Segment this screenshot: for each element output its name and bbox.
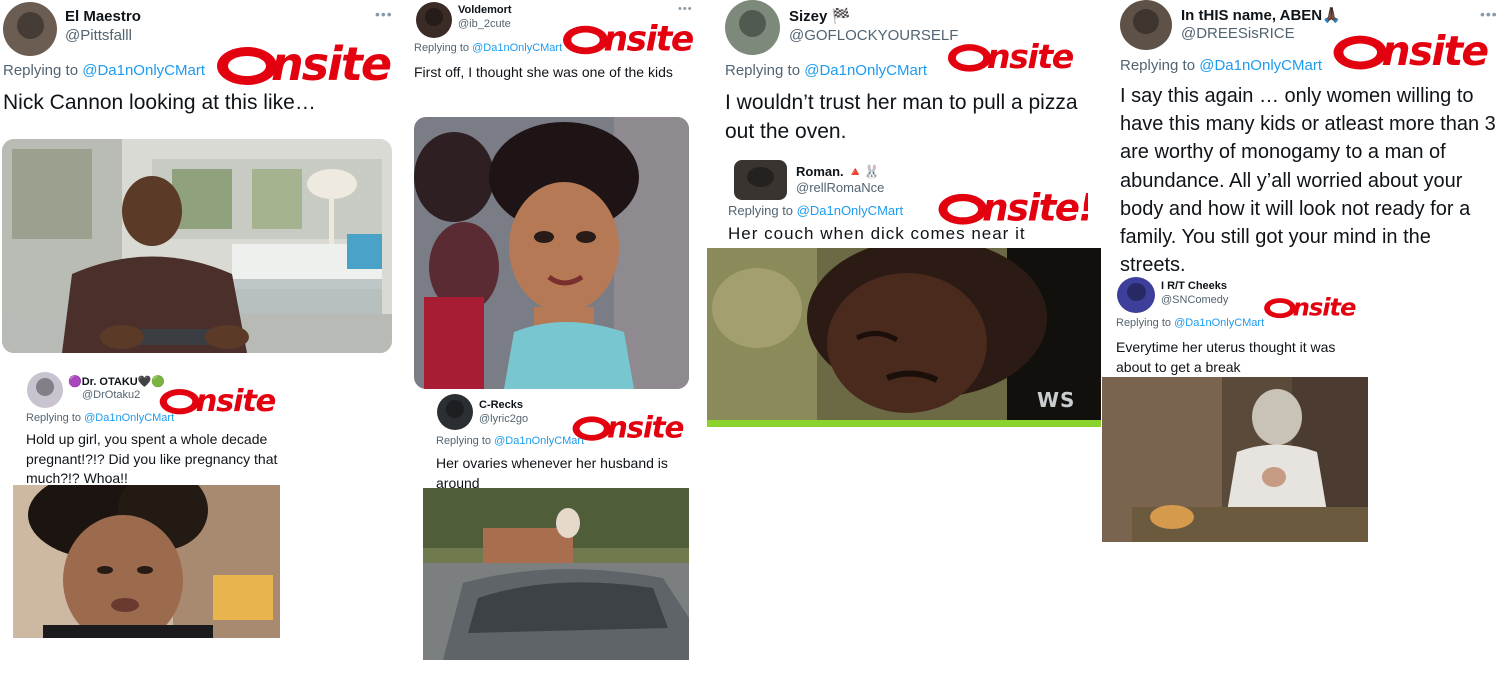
tweet-text: Her couch when dick comes near it <box>728 224 1026 243</box>
display-name[interactable]: In tHIS name, ABEN🙏🏿 <box>1181 6 1341 24</box>
onsite-logo-icon <box>217 37 393 88</box>
reply-target-link[interactable]: @Da1nOnlyCMart <box>804 62 927 79</box>
onsite-logo-icon <box>572 410 685 445</box>
reply-target-link[interactable]: @Da1nOnlyCMart <box>797 203 903 218</box>
avatar[interactable] <box>437 394 473 430</box>
replying-to: Replying to @Da1nOnlyCMart <box>3 62 205 79</box>
display-name[interactable]: Sizey 🏁 <box>789 7 850 25</box>
reply-prefix: Replying to <box>26 412 82 424</box>
tweet-card[interactable]: Sizey 🏁 @GOFLOCKYOURSELF Replying to @Da… <box>720 0 1100 160</box>
onsite-sticker <box>1330 18 1490 80</box>
onsite-sticker <box>928 185 1088 227</box>
reply-target-link[interactable]: @Da1nOnlyCMart <box>1174 317 1264 329</box>
tweet-text: Hold up girl, you spent a whole decade p… <box>26 431 278 486</box>
onsite-logo-icon <box>563 19 695 58</box>
avatar[interactable] <box>1120 0 1172 50</box>
reply-target-link[interactable]: @Da1nOnlyCMart <box>1199 57 1322 74</box>
reply-prefix: Replying to <box>725 62 801 79</box>
display-name[interactable]: 🟣Dr. OTAKU🖤🟢 <box>68 375 165 388</box>
reply-prefix: Replying to <box>414 42 470 54</box>
handle[interactable]: @DrOtaku2 <box>82 389 140 401</box>
replying-to: Replying to @Da1nOnlyCMart <box>1116 317 1264 329</box>
onsite-logo-icon <box>159 384 277 419</box>
handle[interactable]: @SNComedy <box>1161 294 1228 306</box>
reply-prefix: Replying to <box>436 435 492 447</box>
handle[interactable]: @GOFLOCKYOURSELF <box>789 27 958 44</box>
onsite-sticker <box>560 16 695 58</box>
old-woman-praying-image[interactable] <box>1102 377 1368 542</box>
handle[interactable]: @rellRomaNce <box>796 180 884 195</box>
car-window-image[interactable] <box>423 488 689 660</box>
reply-prefix: Replying to <box>3 62 79 79</box>
onsite-sticker <box>1262 288 1357 324</box>
onsite-logo-icon <box>1264 292 1357 322</box>
avatar[interactable] <box>734 160 787 200</box>
replying-to: Replying to @Da1nOnlyCMart <box>1120 57 1322 74</box>
handle[interactable]: @DREESisRICE <box>1181 25 1295 42</box>
onsite-logo-icon <box>947 37 1075 74</box>
reply-prefix: Replying to <box>1120 57 1196 74</box>
onsite-sticker <box>570 405 685 447</box>
reply-prefix: Replying to <box>1116 317 1172 329</box>
avatar[interactable] <box>27 372 63 408</box>
avatar[interactable] <box>1117 277 1155 313</box>
man-on-couch-image[interactable] <box>2 139 392 353</box>
onsite-logo-icon <box>1333 27 1490 75</box>
tweet-text: Nick Cannon looking at this like… <box>3 91 316 114</box>
reply-target-link[interactable]: @Da1nOnlyCMart <box>82 62 205 79</box>
cartoon-dolls-image[interactable] <box>414 117 689 389</box>
tweet-card[interactable]: Voldemort @ib_2cute ••• Replying to @Da1… <box>410 0 700 392</box>
replying-to: Replying to @Da1nOnlyCMart <box>436 435 584 447</box>
handle[interactable]: @ib_2cute <box>458 18 511 30</box>
onsite-logo-icon <box>938 186 1088 227</box>
onsite-sticker <box>157 378 277 420</box>
onsite-sticker <box>945 36 1075 74</box>
handle[interactable]: @lyric2go <box>479 413 528 425</box>
media-progress-bar <box>707 420 1101 427</box>
replying-to: Replying to @Da1nOnlyCMart <box>725 62 927 79</box>
display-name[interactable]: I R/T Cheeks <box>1161 280 1227 292</box>
display-name[interactable]: Voldemort <box>458 4 512 16</box>
avatar[interactable] <box>3 2 57 56</box>
avatar[interactable] <box>416 2 452 38</box>
display-name[interactable]: Roman. 🔺🐰 <box>796 164 880 180</box>
display-name[interactable]: C-Recks <box>479 399 523 411</box>
reply-prefix: Replying to <box>728 203 794 218</box>
tweet-text: First off, I thought she was one of the … <box>414 64 673 80</box>
tv-watermark: WS <box>1037 388 1076 412</box>
onsite-sticker <box>213 36 393 88</box>
tweet-text: I wouldn’t trust her man to pull a pizza… <box>725 91 1078 143</box>
replying-to: Replying to @Da1nOnlyCMart <box>414 42 562 54</box>
tweet-text: Everytime her uterus thought it was abou… <box>1116 339 1336 375</box>
crying-man-image[interactable]: WS <box>707 248 1101 420</box>
handle[interactable]: @Pittsfalll <box>65 27 132 44</box>
avatar[interactable] <box>725 0 780 55</box>
more-options-icon[interactable]: ••• <box>678 3 693 15</box>
tweet-text: I say this again … only women willing to… <box>1120 85 1496 275</box>
display-name[interactable]: El Maestro <box>65 8 141 25</box>
woman-talking-image[interactable] <box>13 485 280 638</box>
more-options-icon[interactable]: ••• <box>375 6 393 22</box>
reply-target-link[interactable]: @Da1nOnlyCMart <box>472 42 562 54</box>
replying-to: Replying to @Da1nOnlyCMart <box>728 203 903 218</box>
replying-to: Replying to @Da1nOnlyCMart <box>26 412 174 424</box>
